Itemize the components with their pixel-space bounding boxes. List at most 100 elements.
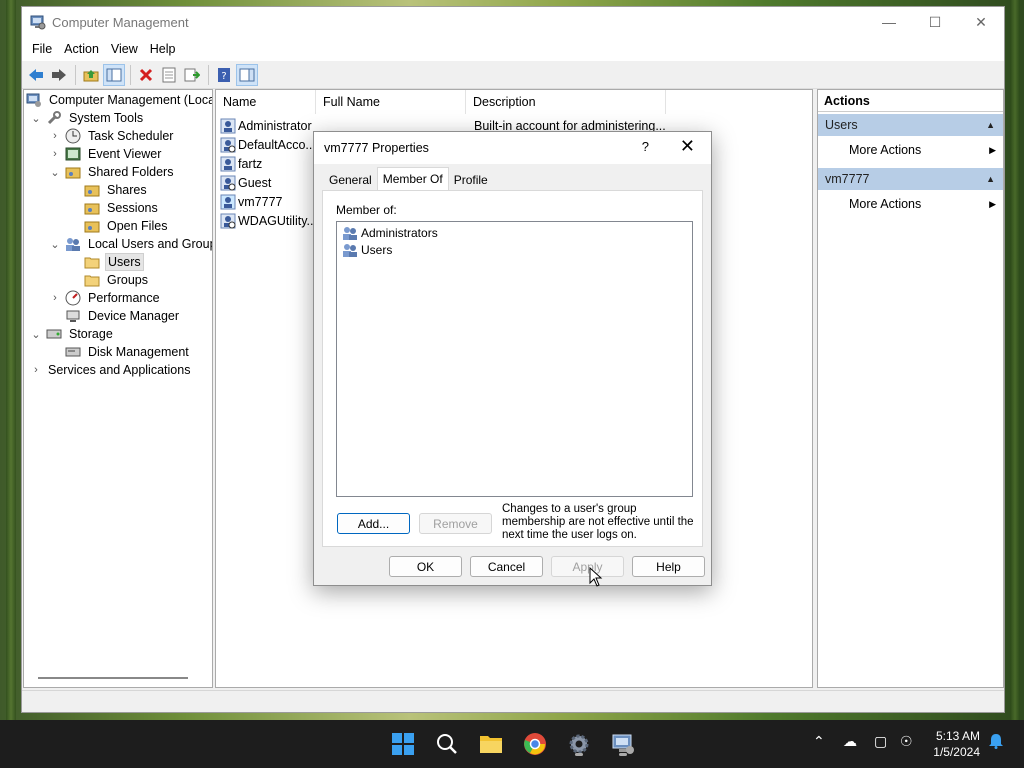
more-actions-users[interactable]: More Actions ▶ [818, 136, 1003, 164]
tree-item-sessions[interactable]: Sessions [84, 199, 160, 217]
tree-item-disk-management[interactable]: Disk Management [65, 343, 191, 361]
tree-item-system-tools[interactable]: ⌄ System Tools [30, 109, 145, 127]
tree-item-shared-folders[interactable]: ⌄ Shared Folders [49, 163, 175, 181]
console-tree-icon [106, 68, 122, 81]
tab-general[interactable]: General [324, 169, 377, 190]
apply-button[interactable]: Apply [551, 556, 624, 577]
file-explorer-button[interactable] [476, 729, 506, 759]
menu-view[interactable]: View [105, 40, 144, 58]
forward-button[interactable] [48, 64, 70, 86]
search-icon [437, 734, 457, 754]
table-row[interactable]: Guest [220, 173, 271, 192]
tree-item-users[interactable]: Users [84, 253, 144, 271]
horizontal-scrollbar[interactable] [38, 677, 188, 679]
console-tree[interactable]: Computer Management (Local ⌄ System Tool… [23, 89, 213, 688]
chevron-down-icon[interactable]: ⌄ [49, 166, 61, 179]
collapse-caret-icon: ▲ [986, 120, 995, 130]
column-header-description[interactable]: Description [466, 90, 666, 114]
dialog-close-icon[interactable]: ✕ [680, 136, 695, 157]
tab-member-of[interactable]: Member Of [376, 167, 449, 190]
actions-section-vm7777[interactable]: vm7777 ▲ [818, 168, 1003, 190]
maximize-button[interactable]: ☐ [912, 7, 958, 37]
section-label: Users [825, 118, 858, 132]
system-clock[interactable]: 5:13 AM 1/5/2024 [933, 728, 980, 760]
table-row[interactable]: fartz [220, 154, 262, 173]
menu-file[interactable]: File [26, 40, 58, 58]
notification-bell-icon[interactable] [988, 733, 1004, 752]
tab-profile[interactable]: Profile [449, 169, 493, 190]
computer-management-taskbar-button[interactable] [608, 729, 638, 759]
computer-management-icon [26, 93, 41, 107]
tree-item-local-users-and-groups[interactable]: ⌄ Local Users and Groups [49, 235, 213, 253]
tree-label: Shared Folders [88, 165, 174, 179]
menu-help[interactable]: Help [144, 40, 182, 58]
table-row[interactable]: vm7777 [220, 192, 282, 211]
list-item[interactable]: Administrators [342, 224, 438, 241]
chevron-down-icon[interactable]: ⌄ [49, 238, 61, 251]
volume-muted-icon[interactable]: ☉ [900, 733, 913, 750]
actions-section-users[interactable]: Users ▲ [818, 114, 1003, 136]
chevron-right-icon[interactable]: › [49, 130, 61, 142]
tree-label: Local Users and Groups [88, 237, 213, 251]
show-hide-action-pane-button[interactable] [236, 63, 258, 86]
tree-item-event-viewer[interactable]: › Event Viewer [49, 145, 163, 163]
add-button[interactable]: Add... [337, 513, 410, 534]
list-item[interactable]: Users [342, 241, 392, 258]
delete-button[interactable] [135, 64, 157, 86]
chevron-right-icon[interactable]: › [49, 148, 61, 160]
chrome-icon [524, 733, 546, 755]
action-label: More Actions [849, 143, 922, 157]
export-list-button[interactable] [181, 64, 203, 86]
shared-folder-icon [84, 185, 100, 197]
close-button[interactable]: ✕ [958, 7, 1004, 37]
table-row[interactable]: Administrator Built-in account for admin… [220, 116, 666, 135]
toolbar: ? [22, 61, 1004, 89]
tree-item-open-files[interactable]: Open Files [84, 217, 169, 235]
tree-item-shares[interactable]: Shares [84, 181, 149, 199]
help-button[interactable]: Help [632, 556, 705, 577]
start-button[interactable] [388, 729, 418, 759]
chevron-right-icon[interactable]: › [49, 292, 61, 304]
show-hidden-icons-chevron-icon[interactable]: ⌃ [813, 733, 825, 750]
show-hide-console-tree-button[interactable] [103, 63, 125, 86]
more-actions-vm7777[interactable]: More Actions ▶ [818, 190, 1003, 218]
disk-icon [65, 347, 81, 357]
tree-item-computer-management[interactable]: Computer Management (Local [26, 91, 212, 109]
tree-item-performance[interactable]: › Performance [49, 289, 162, 307]
chevron-down-icon[interactable]: ⌄ [30, 112, 42, 125]
chrome-button[interactable] [520, 729, 550, 759]
cancel-button[interactable]: Cancel [470, 556, 543, 577]
chevron-down-icon[interactable]: ⌄ [30, 328, 42, 341]
properties-icon [162, 67, 176, 82]
group-membership-list[interactable]: Administrators Users [336, 221, 693, 497]
tree-item-device-manager[interactable]: Device Manager [65, 307, 181, 325]
column-header-full-name[interactable]: Full Name [316, 90, 466, 114]
settings-button[interactable] [564, 729, 594, 759]
menu-action[interactable]: Action [58, 40, 105, 58]
chevron-right-icon[interactable]: › [30, 364, 42, 376]
display-icon[interactable]: ▢ [874, 733, 887, 750]
help-button[interactable]: ? [213, 64, 235, 86]
user-icon [220, 194, 236, 209]
column-header-name[interactable]: Name [216, 90, 316, 114]
minimize-button[interactable]: — [866, 7, 912, 37]
tree-item-storage[interactable]: ⌄ Storage [30, 325, 115, 343]
table-row[interactable]: DefaultAcco... [220, 135, 316, 154]
tree-item-services-and-applications[interactable]: › Services and Applications [30, 361, 192, 379]
table-row[interactable]: WDAGUtility... [220, 211, 317, 230]
properties-button[interactable] [158, 64, 180, 86]
tree-item-task-scheduler[interactable]: › Task Scheduler [49, 127, 175, 145]
tree-label: Storage [69, 327, 113, 341]
tree-label: Disk Management [88, 345, 189, 359]
ok-button[interactable]: OK [389, 556, 462, 577]
dialog-help-button[interactable]: ? [642, 139, 649, 154]
up-one-level-button[interactable] [80, 64, 102, 86]
search-button[interactable] [432, 729, 462, 759]
user-icon [220, 118, 236, 133]
network-offline-icon[interactable]: ☁ [843, 733, 857, 750]
tree-item-groups[interactable]: Groups [84, 271, 150, 289]
back-button[interactable] [25, 64, 47, 86]
tree-label: Shares [107, 183, 147, 197]
remove-button[interactable]: Remove [419, 513, 492, 534]
wallpaper-stalk [6, 0, 16, 768]
